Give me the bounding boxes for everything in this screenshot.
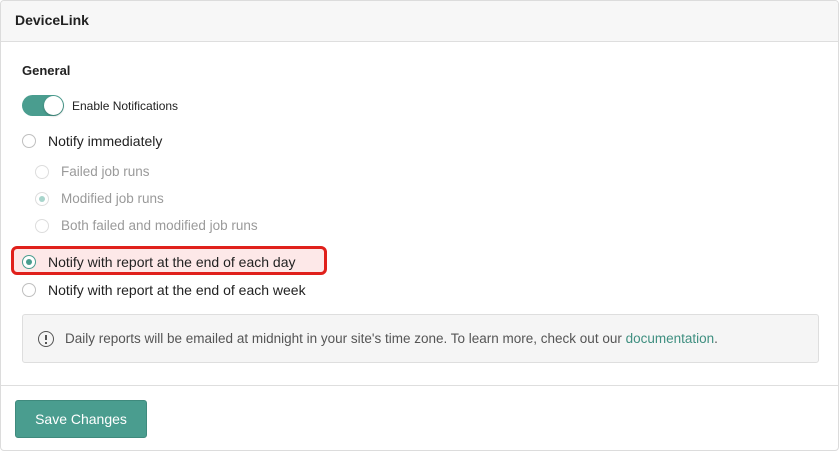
radio-circle bbox=[22, 134, 36, 148]
card-title: DeviceLink bbox=[15, 12, 89, 28]
radio-circle bbox=[22, 283, 36, 297]
info-suffix: . bbox=[714, 331, 718, 346]
radio-weekly-report[interactable]: Notify with report at the end of each we… bbox=[22, 282, 306, 298]
radio-label: Notify with report at the end of each we… bbox=[48, 282, 306, 298]
card-header: DeviceLink bbox=[1, 1, 838, 42]
info-text: Daily reports will be emailed at midnigh… bbox=[65, 331, 718, 346]
radio-label: Notify immediately bbox=[48, 133, 163, 149]
info-icon bbox=[38, 331, 54, 347]
radio-both-job-runs: Both failed and modified job runs bbox=[35, 218, 258, 233]
toggle-knob bbox=[44, 96, 63, 115]
info-message: Daily reports will be emailed at midnigh… bbox=[65, 331, 626, 346]
radio-daily-report[interactable]: Notify with report at the end of each da… bbox=[22, 254, 295, 270]
enable-notifications-label: Enable Notifications bbox=[72, 99, 179, 113]
radio-modified-job-runs: Modified job runs bbox=[35, 191, 164, 206]
radio-label: Modified job runs bbox=[61, 191, 164, 206]
radio-failed-job-runs: Failed job runs bbox=[35, 164, 150, 179]
save-changes-button[interactable]: Save Changes bbox=[15, 400, 147, 438]
radio-label: Both failed and modified job runs bbox=[61, 218, 258, 233]
footer-divider bbox=[1, 385, 838, 386]
radio-circle bbox=[22, 255, 36, 269]
documentation-link[interactable]: documentation bbox=[626, 331, 715, 346]
radio-circle bbox=[35, 191, 49, 206]
settings-card: DeviceLink General Enable Notifications … bbox=[0, 0, 839, 451]
info-box: Daily reports will be emailed at midnigh… bbox=[22, 314, 819, 363]
radio-circle bbox=[35, 218, 49, 233]
radio-circle bbox=[35, 164, 49, 179]
radio-label: Notify with report at the end of each da… bbox=[48, 254, 296, 270]
radio-notify-immediately[interactable]: Notify immediately bbox=[22, 133, 162, 149]
section-title: General bbox=[22, 63, 71, 78]
enable-notifications-toggle[interactable] bbox=[22, 95, 64, 116]
radio-label: Failed job runs bbox=[61, 164, 150, 179]
